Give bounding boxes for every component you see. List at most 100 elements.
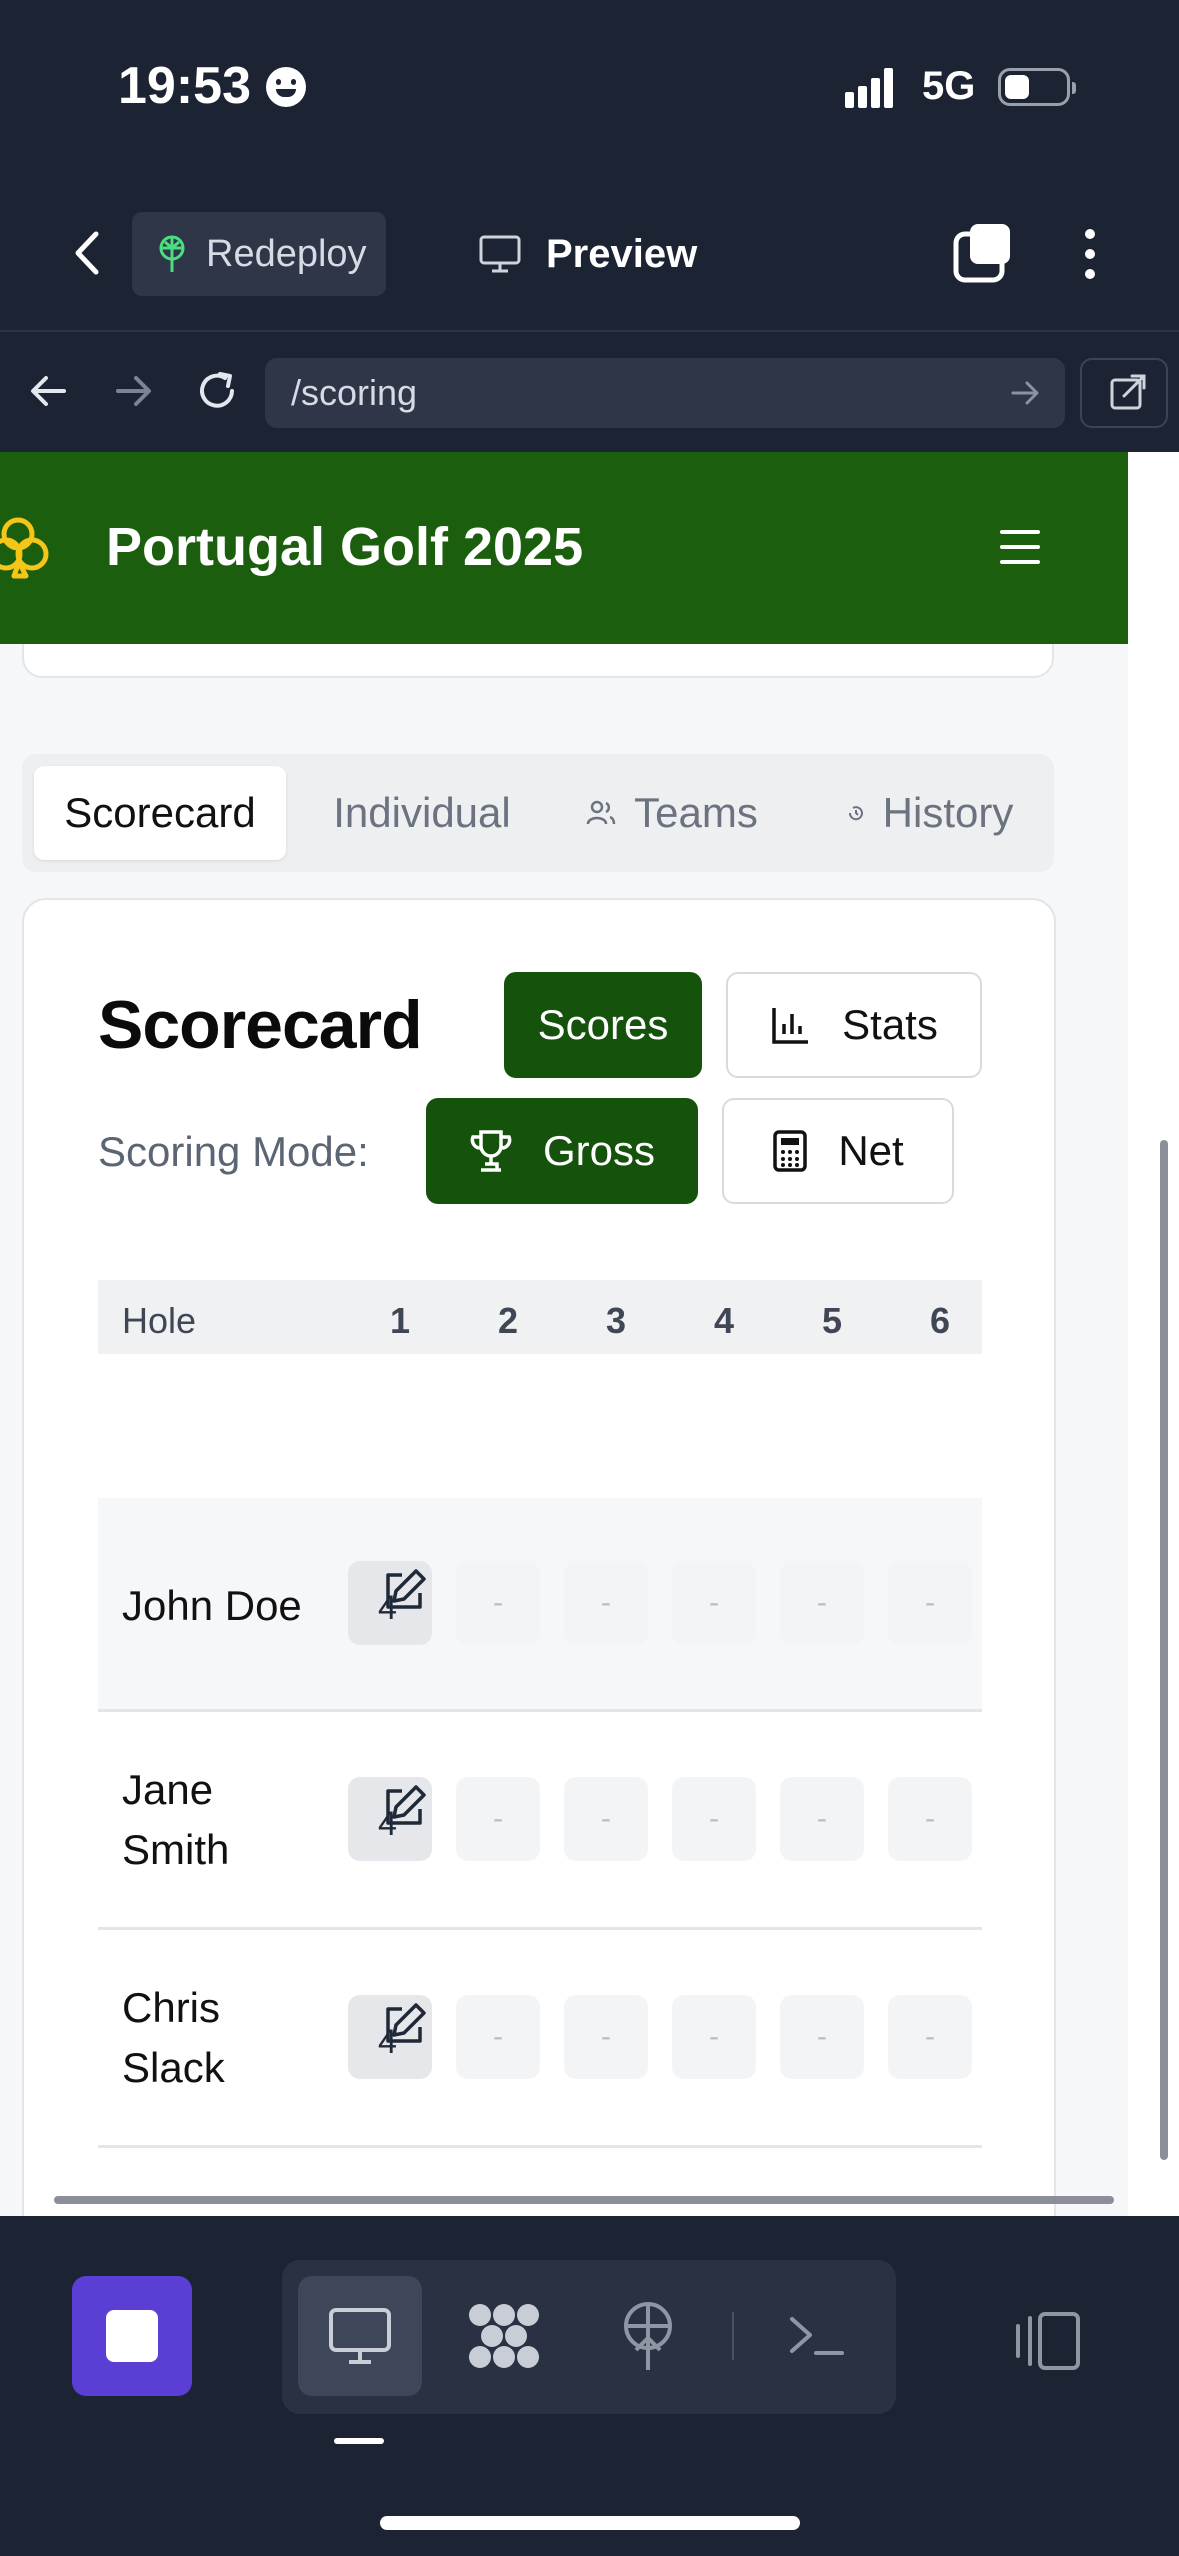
preview-label: Preview xyxy=(546,231,698,276)
tab-scorecard[interactable]: Scorecard xyxy=(34,766,286,860)
tool-group xyxy=(282,2260,896,2414)
site-header: Portugal Golf 2025 xyxy=(0,452,1128,644)
monitor-icon xyxy=(329,2308,391,2364)
trophy-icon xyxy=(470,1130,512,1172)
tab-label: Individual xyxy=(333,789,511,836)
scorecard-table-header: Hole 1 2 3 4 5 6 xyxy=(98,1280,982,1354)
url-input[interactable]: /scoring xyxy=(265,358,1065,428)
stats-label: Stats xyxy=(842,1001,938,1048)
hole-header: Hole xyxy=(122,1300,197,1341)
score-cell[interactable]: - xyxy=(780,1995,864,2079)
edit-pencil-icon xyxy=(386,1785,426,1825)
tab-label: Scorecard xyxy=(64,789,256,836)
redeploy-label: Redeploy xyxy=(206,232,367,275)
users-icon xyxy=(586,800,616,825)
browser-forward-icon[interactable] xyxy=(108,366,158,416)
scores-label: Scores xyxy=(537,1001,669,1048)
score-cell[interactable]: - xyxy=(672,1561,756,1645)
player-name: John Doe xyxy=(122,1582,302,1629)
gross-label: Gross xyxy=(542,1127,655,1174)
score-cell[interactable]: - xyxy=(780,1777,864,1861)
score-cell[interactable]: - xyxy=(672,1995,756,2079)
score-edit-button[interactable]: 4 xyxy=(348,1777,432,1861)
score-cell[interactable]: - xyxy=(888,1995,972,2079)
score-cell[interactable]: - xyxy=(456,1777,540,1861)
split-view-icon[interactable] xyxy=(1010,2310,1082,2372)
stats-view-button[interactable]: Stats xyxy=(726,972,982,1078)
hole-number: 5 xyxy=(822,1300,843,1341)
terminal-tool-button[interactable] xyxy=(754,2276,878,2396)
back-chevron-icon[interactable] xyxy=(68,228,108,278)
external-link-icon xyxy=(1110,374,1146,410)
hole-number: 4 xyxy=(714,1300,735,1341)
deploy-icon xyxy=(159,235,185,272)
bar-chart-icon xyxy=(772,1008,809,1044)
net-mode-button[interactable]: Net xyxy=(722,1098,954,1204)
bottom-dock xyxy=(0,2216,1179,2556)
go-arrow-icon[interactable] xyxy=(1007,375,1043,411)
workspace-tool-button[interactable] xyxy=(442,2276,566,2396)
edit-pencil-icon xyxy=(386,1569,426,1609)
player-name: Chris Slack xyxy=(122,1984,225,2091)
stop-button[interactable] xyxy=(72,2276,192,2396)
home-indicator xyxy=(380,2516,800,2530)
player-name: Jane Smith xyxy=(122,1766,230,1873)
history-icon xyxy=(848,806,863,821)
score-cell[interactable]: - xyxy=(672,1777,756,1861)
tab-teams[interactable]: Teams xyxy=(552,766,792,860)
deploy-tool-button[interactable] xyxy=(586,2276,710,2396)
redeploy-button[interactable]: Redeploy xyxy=(132,212,386,296)
url-text: /scoring xyxy=(291,372,418,413)
more-options-icon[interactable] xyxy=(1072,226,1108,282)
terminal-icon xyxy=(790,2317,844,2355)
active-tool-indicator xyxy=(334,2438,384,2444)
vertical-scrollbar[interactable] xyxy=(1160,1140,1168,2160)
table-row: Chris Slack 4- - - - - xyxy=(98,1930,982,2148)
monitor-icon xyxy=(479,235,521,273)
calculator-icon xyxy=(773,1130,808,1172)
score-edit-button[interactable]: 4 xyxy=(348,1995,432,2079)
network-type: 5G xyxy=(922,64,976,108)
site-title: Portugal Golf 2025 xyxy=(106,517,584,577)
score-cell[interactable]: - xyxy=(564,1561,648,1645)
table-row: John Doe 4- - - - - xyxy=(98,1498,982,1712)
gross-mode-button[interactable]: Gross xyxy=(426,1098,698,1204)
scorecard-card: Scorecard Scores Stats Scoring Mode: Gro… xyxy=(22,898,1056,2216)
hole-number: 1 xyxy=(390,1300,411,1341)
grid-blob-icon xyxy=(469,2304,539,2368)
score-cell[interactable]: - xyxy=(564,1995,648,2079)
horizontal-scrollbar[interactable] xyxy=(54,2196,1114,2204)
reload-icon[interactable] xyxy=(192,366,242,416)
open-external-button[interactable] xyxy=(1080,358,1168,428)
scoring-mode-label: Scoring Mode: xyxy=(98,1128,369,1175)
signal-icon xyxy=(845,68,905,108)
score-cell[interactable]: - xyxy=(456,1995,540,2079)
status-bar: 19:53 5G xyxy=(0,0,1179,190)
club-logo-icon xyxy=(0,517,49,579)
hole-number: 2 xyxy=(498,1300,519,1341)
score-cell[interactable]: - xyxy=(780,1561,864,1645)
tool-divider xyxy=(732,2312,734,2360)
tab-history[interactable]: History xyxy=(812,766,1048,860)
preview-tool-button[interactable] xyxy=(298,2276,422,2396)
hamburger-menu-icon[interactable] xyxy=(1000,530,1040,564)
browser-back-icon[interactable] xyxy=(24,366,74,416)
score-cell[interactable]: - xyxy=(888,1777,972,1861)
preview-tab[interactable]: Preview xyxy=(478,222,697,286)
edit-pencil-icon xyxy=(386,2003,426,2043)
score-cell[interactable]: - xyxy=(456,1561,540,1645)
section-tabs: Scorecard Individual Teams History xyxy=(22,754,1054,872)
score-cell[interactable]: - xyxy=(888,1561,972,1645)
tab-label: Teams xyxy=(634,789,758,836)
scores-view-button[interactable]: Scores xyxy=(504,972,702,1078)
tabs-switcher-icon[interactable] xyxy=(952,222,1014,284)
deploy-icon xyxy=(624,2302,672,2370)
smiley-icon xyxy=(266,67,306,107)
hole-number: 3 xyxy=(606,1300,627,1341)
web-viewport: Portugal Golf 2025 Scorecard Individual … xyxy=(0,452,1128,2216)
net-label: Net xyxy=(838,1127,904,1174)
score-edit-button[interactable]: 4 xyxy=(348,1561,432,1645)
viewport-gutter xyxy=(1128,452,1179,2216)
tab-individual[interactable]: Individual xyxy=(302,766,542,860)
score-cell[interactable]: - xyxy=(564,1777,648,1861)
